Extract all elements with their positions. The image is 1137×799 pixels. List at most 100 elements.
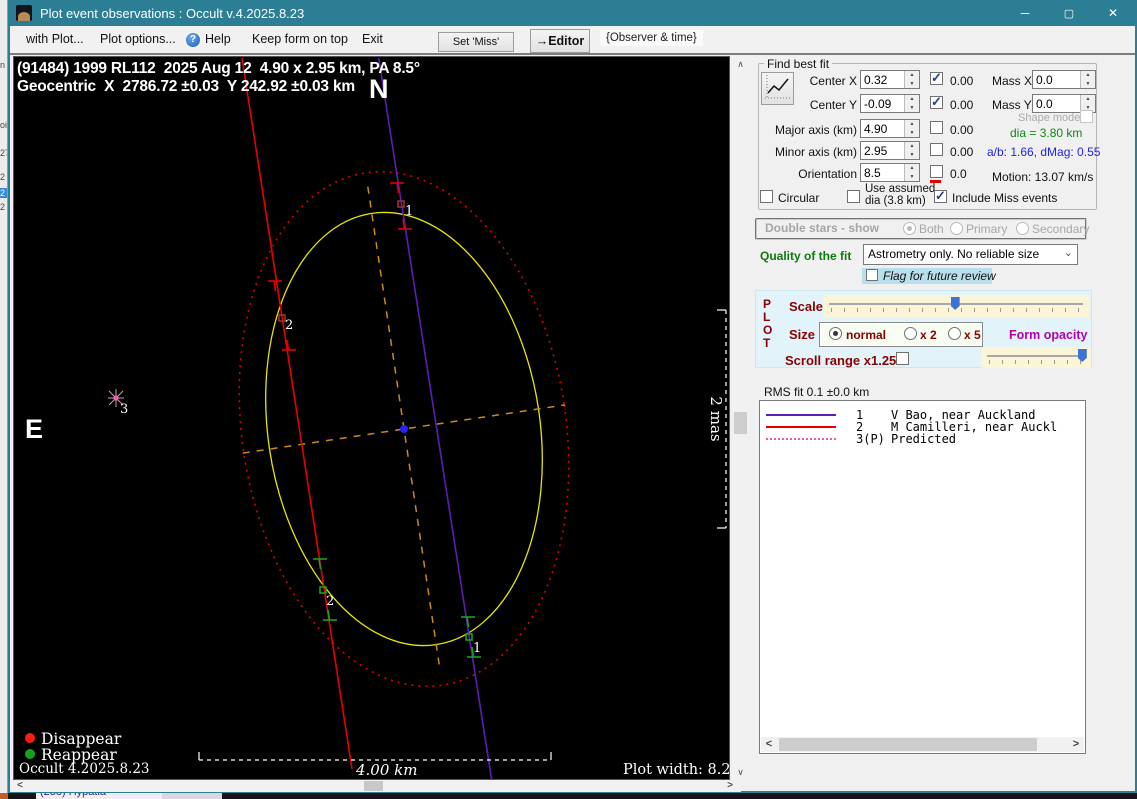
scroll-right-icon[interactable]: > [722, 780, 738, 792]
spin-down-icon[interactable]: ▼ [905, 80, 919, 89]
spin-down-icon[interactable]: ▼ [905, 151, 919, 160]
plot-letter-p: P [763, 297, 771, 311]
spin-up-icon[interactable]: ▲ [1081, 95, 1095, 104]
scroll-up-icon[interactable]: ∧ [732, 56, 749, 72]
background-tab-hypatia[interactable]: (238) Hypatia [36, 793, 162, 799]
scale-label: Scale [789, 299, 823, 314]
editor-button[interactable]: →Editor [530, 29, 590, 53]
spin-down-icon[interactable]: ▼ [905, 129, 919, 138]
quality-combobox[interactable]: Astrometry only. No reliable size ⌄ [863, 244, 1078, 265]
titlebar[interactable]: Plot event observations : Occult v.4.202… [10, 0, 1135, 26]
include-miss-checkbox[interactable] [934, 190, 947, 203]
center-x-lock-checkbox[interactable] [930, 72, 943, 85]
center-y-spinner[interactable]: ▲▼ [860, 94, 920, 113]
menu-help[interactable]: Help [205, 26, 231, 53]
svg-text:2: 2 [285, 318, 293, 333]
center-x-label: Center X [803, 74, 857, 88]
scroll-right-icon[interactable]: > [1068, 737, 1084, 752]
orientation-label: Orientation [772, 167, 857, 181]
orientation-spinner[interactable]: ▲▼ [860, 163, 920, 182]
spin-up-icon[interactable]: ▲ [1081, 71, 1095, 80]
spin-up-icon[interactable]: ▲ [905, 95, 919, 104]
circular-checkbox[interactable] [760, 190, 773, 203]
occultation-plot: 1 2 1 2 3 2 mas [14, 57, 729, 779]
km-scale-label: 4.00 km [355, 761, 417, 779]
use-assumed-label: Use assumed dia (3.8 km) [865, 183, 943, 207]
close-button[interactable]: ✕ [1091, 0, 1135, 26]
spin-up-icon[interactable]: ▲ [905, 164, 919, 173]
form-opacity-slider[interactable] [981, 347, 1091, 368]
major-axis-lock-checkbox[interactable] [930, 121, 943, 134]
center-y-lock-checkbox[interactable] [930, 96, 943, 109]
double-both-radio[interactable] [903, 222, 916, 235]
minor-axis-lock-value: 0.00 [950, 145, 973, 159]
spin-down-icon[interactable]: ▼ [1081, 80, 1095, 89]
plot-horizontal-scrollbar[interactable]: < > [10, 780, 741, 792]
size-normal-radio[interactable] [829, 327, 842, 340]
ab-dmag-label: a/b: 1.66, dMag: 0.55 [987, 145, 1100, 159]
reappear-dot [25, 749, 35, 759]
size-normal-label: normal [846, 328, 886, 342]
spin-up-icon[interactable]: ▲ [905, 142, 919, 151]
menu-exit[interactable]: Exit [362, 26, 383, 53]
size-x2-radio[interactable] [904, 327, 917, 340]
double-primary-radio[interactable] [950, 222, 963, 235]
scale-slider[interactable] [823, 295, 1089, 317]
app-icon [16, 5, 32, 21]
plot-canvas[interactable]: 1 2 1 2 3 2 mas [13, 56, 730, 780]
app-window: Plot event observations : Occult v.4.202… [8, 0, 1137, 793]
minor-axis-spinner[interactable]: ▲▼ [860, 141, 920, 160]
observation-number: 3(P) [856, 432, 885, 446]
flag-review-checkbox[interactable] [866, 269, 878, 281]
orientation-lock-checkbox[interactable] [930, 165, 943, 178]
spin-up-icon[interactable]: ▲ [905, 71, 919, 80]
scroll-range-label: Scroll range x1.25 [785, 353, 896, 368]
plot-vertical-scrollbar[interactable]: ∧ ∨ [732, 56, 749, 780]
size-x5-radio[interactable] [948, 327, 961, 340]
predicted-line-sample [766, 438, 836, 440]
listbox-horizontal-scrollbar[interactable]: < > [761, 737, 1084, 752]
flag-review-label: Flag for future review [883, 269, 996, 283]
form-opacity-label: Form opacity [1009, 328, 1088, 342]
menu-with-plot[interactable]: with Plot... [26, 26, 84, 53]
spin-down-icon[interactable]: ▼ [905, 104, 919, 113]
quality-label: Quality of the fit [760, 249, 851, 263]
observer-time-label: {Observer & time} [600, 30, 703, 46]
major-axis-spinner[interactable]: ▲▼ [860, 119, 920, 138]
spin-down-icon[interactable]: ▼ [905, 173, 919, 182]
center-x-lock-value: 0.00 [950, 74, 973, 88]
minor-axis-lock-checkbox[interactable] [930, 143, 943, 156]
listbox-scroll-thumb[interactable] [779, 738, 1037, 751]
scroll-down-icon[interactable]: ∨ [732, 764, 749, 780]
use-assumed-checkbox[interactable] [847, 190, 860, 203]
size-x2-label: x 2 [920, 328, 937, 342]
chevron-down-icon[interactable]: ⌄ [1064, 246, 1073, 259]
reappear-label: Reappear [41, 746, 117, 764]
svg-text:3: 3 [120, 402, 128, 417]
horizontal-scroll-thumb[interactable] [364, 781, 383, 791]
observations-listbox[interactable]: 1 V Bao, near Auckland 2 M Camilleri, ne… [759, 400, 1086, 754]
spin-up-icon[interactable]: ▲ [905, 120, 919, 129]
menu-plot-options[interactable]: Plot options... [100, 26, 176, 53]
fit-graph-button[interactable] [761, 72, 794, 105]
set-miss-times-button[interactable]: Set 'Miss' Times [438, 32, 514, 52]
vertical-scroll-thumb[interactable] [734, 412, 747, 434]
maximize-button[interactable]: ▢ [1047, 0, 1091, 26]
circular-label: Circular [778, 191, 819, 205]
background-tab-fill [162, 793, 222, 799]
mass-x-label: Mass X [992, 74, 1032, 88]
mass-x-spinner[interactable]: ▲▼ [1032, 70, 1096, 89]
menu-keep-on-top[interactable]: Keep form on top [252, 26, 348, 53]
scroll-left-icon[interactable]: < [761, 737, 777, 752]
km-scale-bar [199, 752, 551, 760]
observation-row[interactable]: 3(P) Predicted [760, 433, 1085, 445]
orientation-lock-value: 0.0 [950, 167, 967, 181]
shape-model-checkbox[interactable] [1080, 110, 1093, 123]
plot-width-label: Plot width: 8.2 km [623, 762, 729, 778]
minimize-button[interactable]: ─ [1003, 0, 1047, 26]
scroll-range-checkbox[interactable] [896, 352, 909, 365]
quality-value: Astrometry only. No reliable size [868, 247, 1039, 261]
double-secondary-radio[interactable] [1016, 222, 1029, 235]
scroll-left-icon[interactable]: < [12, 780, 28, 792]
center-x-spinner[interactable]: ▲▼ [860, 70, 920, 89]
